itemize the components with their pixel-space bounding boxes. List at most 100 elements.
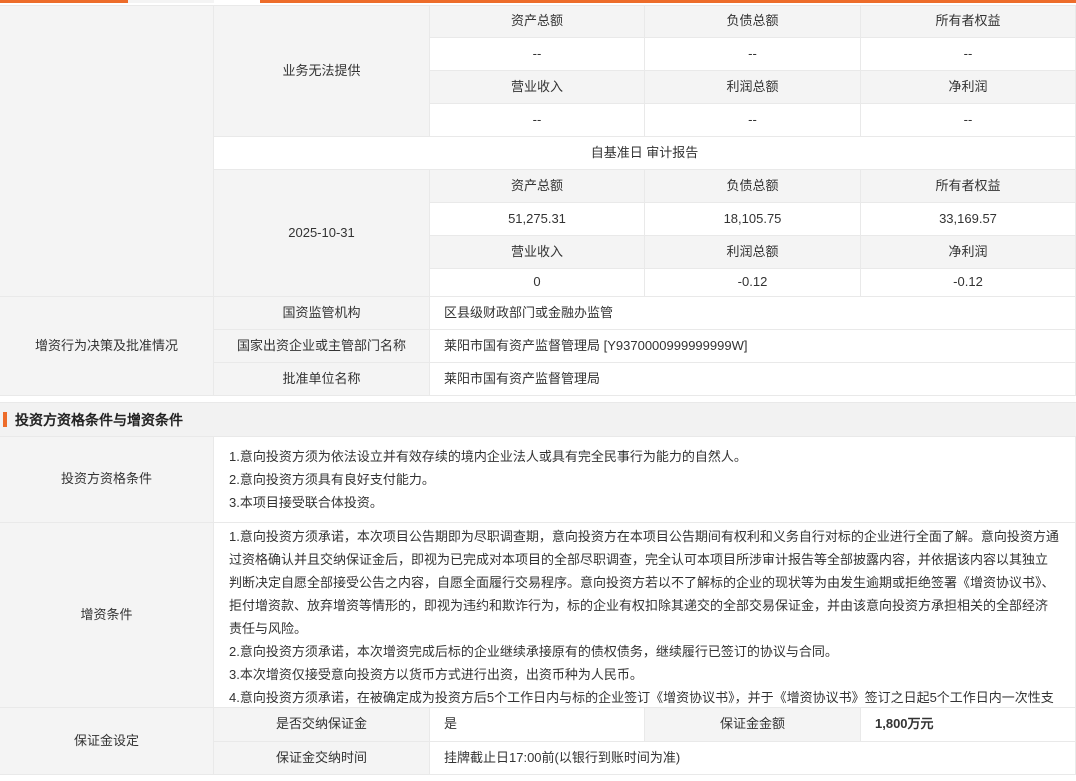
top-orange-strip-left xyxy=(0,0,128,3)
metric-header-liabilities: 负债总额 xyxy=(645,170,861,203)
conditions-section-header: 投资方资格条件与增资条件 xyxy=(0,402,1076,437)
metric-value-net-profit: -0.12 xyxy=(861,269,1076,297)
row-value: 莱阳市国有资产监督管理局 [Y9370000999999999W] xyxy=(444,338,747,355)
metric-value: 0 xyxy=(533,274,540,291)
metric-value: 33,169.57 xyxy=(939,211,997,228)
metric-value: -- xyxy=(964,46,973,63)
metric-value: -- xyxy=(964,112,973,129)
metric-header-label: 净利润 xyxy=(948,244,987,261)
conditions-section-title: 投资方资格条件与增资条件 xyxy=(15,410,183,430)
deposit-pay-value: 是 xyxy=(430,708,645,742)
terms-label-cell: 增资条件 xyxy=(0,523,214,708)
metric-value: -- xyxy=(533,112,542,129)
metric-header-assets: 资产总额 xyxy=(430,170,645,203)
financial-period-base-date-cell: 2025-10-31 xyxy=(214,170,430,297)
metric-header-label: 营业收入 xyxy=(511,244,563,261)
top-orange-strip-right xyxy=(260,0,1076,3)
approving-unit-label: 批准单位名称 xyxy=(214,363,430,396)
row-value: 区县级财政部门或金融办监管 xyxy=(444,305,613,322)
deposit-time-value: 挂牌截止日17:00前(以银行到账时间为准) xyxy=(430,742,1076,775)
metric-value: -- xyxy=(533,46,542,63)
metric-value-assets-unavailable: -- xyxy=(430,38,645,71)
metric-header-liabilities: 负债总额 xyxy=(645,5,861,38)
metric-header-label: 资产总额 xyxy=(511,13,563,30)
metric-value-revenue-unavailable: -- xyxy=(430,104,645,137)
metric-value-assets: 51,275.31 xyxy=(430,203,645,236)
row-label: 国家出资企业或主管部门名称 xyxy=(237,338,406,355)
metric-value: -0.12 xyxy=(953,274,983,291)
metric-header-equity: 所有者权益 xyxy=(861,5,1076,38)
metric-header-label: 所有者权益 xyxy=(935,178,1000,195)
eligibility-item: 3.本项目接受联合体投资。 xyxy=(229,491,1060,514)
deposit-amount-label: 保证金金额 xyxy=(645,708,861,742)
financial-period-unavailable-cell: 业务无法提供 xyxy=(214,5,430,137)
deposit-amount-value: 1,800万元 xyxy=(861,708,1076,742)
deposit-section-label: 保证金设定 xyxy=(74,733,139,750)
metric-value-net-profit-unavailable: -- xyxy=(861,104,1076,137)
metric-value-total-profit: -0.12 xyxy=(645,269,861,297)
approving-unit-value: 莱阳市国有资产监督管理局 xyxy=(430,363,1076,396)
top-gray-strip xyxy=(128,0,214,3)
metric-value: 51,275.31 xyxy=(508,211,566,228)
metric-value: -- xyxy=(748,112,757,129)
metric-header-total-profit: 利润总额 xyxy=(645,236,861,269)
eligibility-label-cell: 投资方资格条件 xyxy=(0,437,214,523)
metric-header-label: 所有者权益 xyxy=(935,13,1000,30)
metric-value-revenue: 0 xyxy=(430,269,645,297)
row-value: 挂牌截止日17:00前(以银行到账时间为准) xyxy=(444,750,680,767)
eligibility-item: 1.意向投资方须为依法设立并有效存续的境内企业法人或具有完全民事行为能力的自然人… xyxy=(229,445,1060,468)
row-label: 是否交纳保证金 xyxy=(276,716,367,733)
metric-value-liabilities-unavailable: -- xyxy=(645,38,861,71)
metric-header-label: 负债总额 xyxy=(726,178,778,195)
deposit-time-label: 保证金交纳时间 xyxy=(214,742,430,775)
row-label: 保证金交纳时间 xyxy=(276,750,367,767)
row-value: 1,800万元 xyxy=(875,716,934,733)
metric-header-label: 资产总额 xyxy=(511,178,563,195)
regulator-value: 区县级财政部门或金融办监管 xyxy=(430,297,1076,330)
row-label: 批准单位名称 xyxy=(282,371,360,388)
regulator-label: 国资监管机构 xyxy=(214,297,430,330)
metric-value-liabilities: 18,105.75 xyxy=(645,203,861,236)
eligibility-label: 投资方资格条件 xyxy=(61,471,152,488)
row-value: 莱阳市国有资产监督管理局 xyxy=(444,371,600,388)
eligibility-content: 1.意向投资方须为依法设立并有效存续的境内企业法人或具有完全民事行为能力的自然人… xyxy=(214,437,1076,523)
financial-row-group-label-empty xyxy=(0,5,214,297)
metric-value-total-profit-unavailable: -- xyxy=(645,104,861,137)
metric-header-net-profit: 净利润 xyxy=(861,236,1076,269)
audit-report-title-row: 自基准日 审计报告 xyxy=(214,137,1076,170)
deposit-pay-label: 是否交纳保证金 xyxy=(214,708,430,742)
financial-unavailable-label: 业务无法提供 xyxy=(282,63,360,80)
metric-header-label: 净利润 xyxy=(948,79,987,96)
metric-header-revenue: 营业收入 xyxy=(430,71,645,104)
terms-label: 增资条件 xyxy=(80,607,132,624)
section-accent-bar-icon xyxy=(3,412,7,427)
metric-value-equity-unavailable: -- xyxy=(861,38,1076,71)
deposit-section-label-cell: 保证金设定 xyxy=(0,708,214,775)
approval-section-label-text: 增资行为决策及批准情况 xyxy=(35,338,178,355)
state-funded-enterprise-label: 国家出资企业或主管部门名称 xyxy=(214,330,430,363)
metric-header-label: 利润总额 xyxy=(726,244,778,261)
approval-section-label: 增资行为决策及批准情况 xyxy=(0,297,214,396)
capital-increase-detail-page: 业务无法提供 资产总额 负债总额 所有者权益 -- -- -- 营业收入 利润总… xyxy=(0,0,1076,781)
metric-header-net-profit: 净利润 xyxy=(861,71,1076,104)
terms-content: 1.意向投资方须承诺，本次项目公告期即为尽职调查期，意向投资方在本项目公告期间有… xyxy=(214,523,1076,708)
metric-header-revenue: 营业收入 xyxy=(430,236,645,269)
metric-header-label: 利润总额 xyxy=(726,79,778,96)
audit-report-title: 自基准日 审计报告 xyxy=(591,145,699,162)
metric-value: -- xyxy=(748,46,757,63)
metric-header-total-profit: 利润总额 xyxy=(645,71,861,104)
terms-item: 2.意向投资方须承诺，本次增资完成后标的企业继续承接原有的债权债务，继续履行已签… xyxy=(229,640,1060,663)
metric-header-assets: 资产总额 xyxy=(430,5,645,38)
base-date: 2025-10-31 xyxy=(288,225,355,242)
metric-value: -0.12 xyxy=(738,274,768,291)
metric-value-equity: 33,169.57 xyxy=(861,203,1076,236)
state-funded-enterprise-value: 莱阳市国有资产监督管理局 [Y9370000999999999W] xyxy=(430,330,1076,363)
row-label: 国资监管机构 xyxy=(282,305,360,322)
metric-header-label: 负债总额 xyxy=(726,13,778,30)
terms-item: 1.意向投资方须承诺，本次项目公告期即为尽职调查期，意向投资方在本项目公告期间有… xyxy=(229,525,1060,640)
metric-header-equity: 所有者权益 xyxy=(861,170,1076,203)
metric-value: 18,105.75 xyxy=(724,211,782,228)
terms-item: 3.本次增资仅接受意向投资方以货币方式进行出资，出资币种为人民币。 xyxy=(229,663,1060,686)
row-value: 是 xyxy=(444,716,457,733)
eligibility-item: 2.意向投资方须具有良好支付能力。 xyxy=(229,468,1060,491)
